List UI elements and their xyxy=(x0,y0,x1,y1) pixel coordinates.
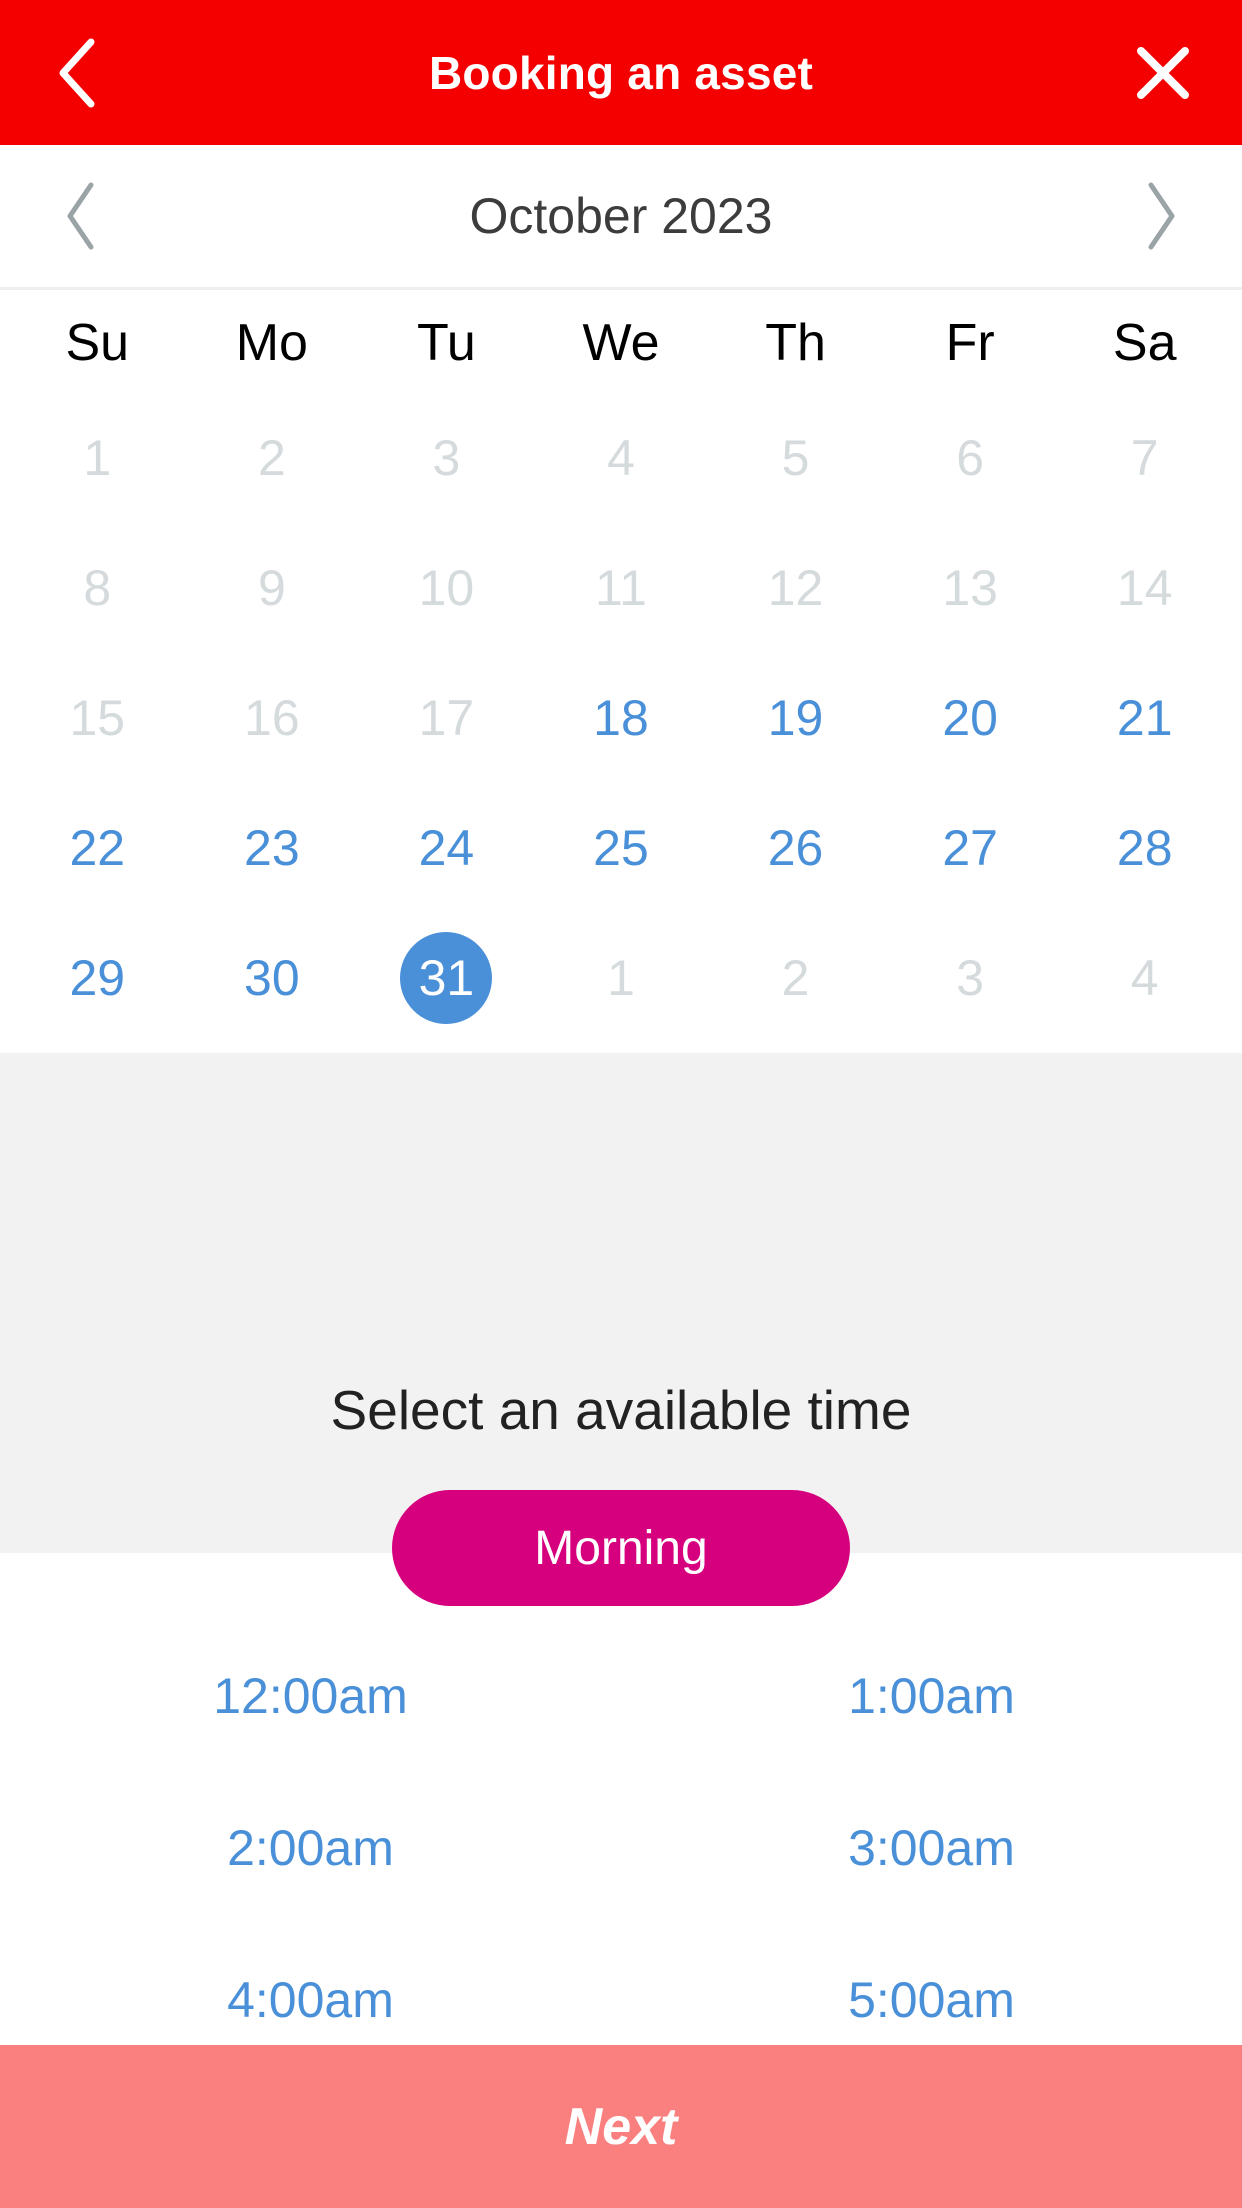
calendar-day: 4 xyxy=(607,430,635,486)
calendar-week-row: 22 23 24 25 26 27 28 xyxy=(10,783,1232,913)
previous-month-button[interactable] xyxy=(26,144,136,289)
calendar-day: 13 xyxy=(942,560,998,616)
close-button[interactable] xyxy=(1108,0,1218,145)
page-title: Booking an asset xyxy=(428,46,814,99)
calendar-day: 4 xyxy=(1130,950,1159,1006)
calendar-day[interactable]: 30 xyxy=(185,913,360,1043)
calendar-day[interactable]: 26 xyxy=(708,783,883,913)
calendar-week-row: 15 16 17 18 19 20 21 xyxy=(10,653,1232,783)
time-slot-list: 12:00am 1:00am 2:00am 3:00am 4:00am 5:00… xyxy=(0,1620,1242,2040)
calendar-day: 14 xyxy=(1116,560,1173,616)
app-header: Booking an asset xyxy=(0,0,1242,145)
time-slot[interactable]: 1:00am xyxy=(621,1620,1242,1772)
next-month-button[interactable] xyxy=(1106,144,1216,289)
calendar-day: 1 xyxy=(607,950,635,1006)
time-slot[interactable]: 3:00am xyxy=(621,1772,1242,1924)
calendar-day: 2 xyxy=(781,950,810,1006)
period-morning-button[interactable]: Morning xyxy=(392,1490,850,1606)
calendar-day: 3 xyxy=(432,430,461,486)
time-slot-row: 4:00am 5:00am xyxy=(0,1924,1242,2040)
calendar-week-row: 1 2 3 4 5 6 7 xyxy=(10,393,1232,523)
month-year-label: October 2023 xyxy=(469,188,773,244)
calendar-day: 17 xyxy=(418,690,475,746)
chevron-left-icon xyxy=(59,38,95,107)
weekday-label-mo: Mo xyxy=(235,314,308,372)
calendar-day: 5 xyxy=(781,430,810,486)
weekday-label-su: Su xyxy=(65,314,130,372)
calendar-day: 3 xyxy=(956,950,985,1006)
calendar-day[interactable]: 29 xyxy=(10,913,185,1043)
calendar-day: 2 xyxy=(257,430,286,486)
calendar-day: 10 xyxy=(418,560,475,616)
weekday-label-we: We xyxy=(582,314,660,372)
calendar-week-row: 8 9 10 11 12 13 14 xyxy=(10,523,1232,653)
calendar-day: 16 xyxy=(244,690,300,746)
calendar-day[interactable]: 20 xyxy=(883,653,1058,783)
calendar-day: 11 xyxy=(595,560,647,616)
time-section-heading: Select an available time xyxy=(330,1379,912,1441)
time-slot[interactable]: 5:00am xyxy=(621,1924,1242,2040)
selected-day-circle: 31 xyxy=(400,932,493,1024)
weekday-header-row: Su Mo Tu We Th Fr Sa xyxy=(10,293,1232,393)
calendar-day: 15 xyxy=(69,690,126,746)
chevron-right-icon xyxy=(1148,182,1175,250)
calendar-day[interactable]: 27 xyxy=(883,783,1058,913)
weekday-label-tu: Tu xyxy=(417,314,476,372)
calendar-grid: Su Mo Tu We Th Fr Sa 1 2 3 4 5 6 7 8 9 1… xyxy=(0,293,1242,1053)
weekday-label-th: Th xyxy=(765,314,826,372)
calendar-day: 12 xyxy=(767,560,824,616)
chevron-left-icon xyxy=(67,182,94,250)
time-slot[interactable]: 2:00am xyxy=(0,1772,621,1924)
next-button[interactable]: Next xyxy=(0,2045,1242,2208)
weekday-label-sa: Sa xyxy=(1112,314,1177,372)
calendar-day[interactable]: 25 xyxy=(534,783,709,913)
next-button-label: Next xyxy=(564,2097,678,2156)
time-slot[interactable]: 12:00am xyxy=(0,1620,621,1772)
calendar-day[interactable]: 24 xyxy=(359,783,534,913)
time-selection-section: Select an available time xyxy=(0,1053,1242,1553)
time-slot-row: 12:00am 1:00am xyxy=(0,1620,1242,1772)
time-slot-row: 2:00am 3:00am xyxy=(0,1772,1242,1924)
calendar-day: 6 xyxy=(956,430,985,486)
calendar-day-selected[interactable]: 31 xyxy=(359,913,534,1043)
calendar-day[interactable]: 18 xyxy=(534,653,709,783)
month-navigation: October 2023 xyxy=(0,145,1242,290)
calendar-week-row: 29 30 31 1 2 3 4 xyxy=(10,913,1232,1043)
calendar-day[interactable]: 28 xyxy=(1057,783,1232,913)
calendar-day: 8 xyxy=(83,560,112,616)
calendar-day[interactable]: 21 xyxy=(1057,653,1232,783)
close-icon xyxy=(1137,46,1189,99)
calendar-day[interactable]: 22 xyxy=(10,783,185,913)
weekday-label-fr: Fr xyxy=(945,314,995,372)
back-button[interactable] xyxy=(22,0,132,145)
calendar-day: 1 xyxy=(83,430,112,486)
calendar-day[interactable]: 19 xyxy=(708,653,883,783)
time-slot[interactable]: 4:00am xyxy=(0,1924,621,2040)
calendar-day: 9 xyxy=(257,560,286,616)
calendar-day[interactable]: 23 xyxy=(185,783,360,913)
calendar-day: 7 xyxy=(1130,430,1159,486)
